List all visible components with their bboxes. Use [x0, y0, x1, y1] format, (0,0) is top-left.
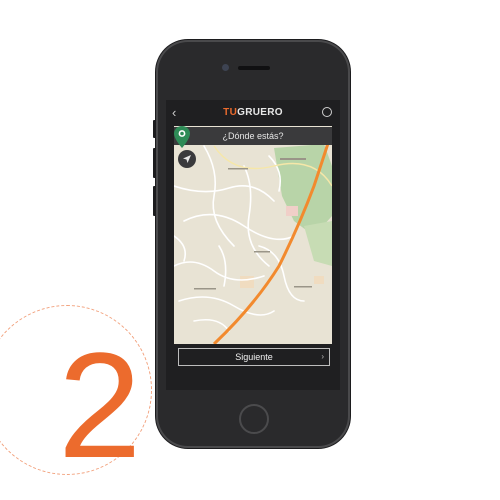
building-area [286, 206, 298, 216]
next-button[interactable]: Siguiente › [178, 348, 330, 366]
logo-part-2: GRUERO [237, 107, 283, 118]
profile-icon[interactable] [322, 107, 332, 117]
location-pin-icon[interactable] [174, 126, 190, 148]
step-number: 2 [58, 321, 142, 489]
navigation-arrow-icon [183, 155, 191, 163]
map-view[interactable]: ¿Dónde estás? [174, 126, 332, 344]
park-area [304, 221, 332, 266]
chevron-right-icon: › [321, 352, 324, 361]
locate-me-button[interactable] [178, 150, 196, 168]
app-logo: TUGRUERO [166, 107, 340, 118]
map-canvas [174, 130, 332, 344]
earpiece-speaker [238, 66, 270, 70]
logo-part-1: TU [223, 107, 238, 118]
app-header: ‹ TUGRUERO [166, 100, 340, 126]
app-screen: ‹ TUGRUERO ¿Dónde estás? Siguiente › [166, 100, 340, 390]
front-camera [222, 64, 229, 71]
home-button[interactable] [239, 404, 269, 434]
building-area [240, 276, 254, 288]
location-search-input[interactable]: ¿Dónde estás? [174, 127, 332, 145]
next-button-label: Siguiente [235, 352, 273, 362]
building-area [314, 276, 324, 284]
